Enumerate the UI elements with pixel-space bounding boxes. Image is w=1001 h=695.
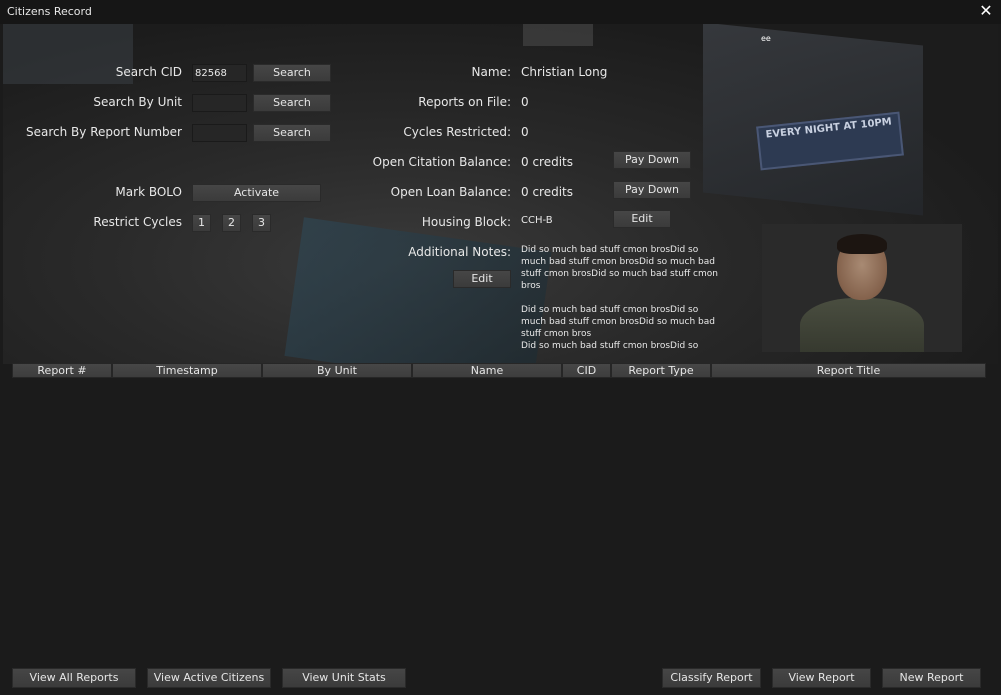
column-header-report-number[interactable]: Report # xyxy=(12,363,112,378)
citation-pay-down-button[interactable]: Pay Down xyxy=(613,151,691,169)
portrait-hair xyxy=(837,234,887,254)
additional-notes-text: Did so much bad stuff cmon brosDid so mu… xyxy=(521,245,718,351)
search-unit-button[interactable]: Search xyxy=(253,94,331,112)
view-active-citizens-button[interactable]: View Active Citizens xyxy=(147,668,271,688)
name-label: Name: xyxy=(471,65,511,79)
scene-terminal xyxy=(284,217,552,364)
citation-balance-value: 0 credits xyxy=(521,155,574,169)
housing-block-value: CCH-B xyxy=(521,215,553,226)
classify-report-button[interactable]: Classify Report xyxy=(662,668,761,688)
notes-edit-button[interactable]: Edit xyxy=(453,270,511,288)
search-report-label: Search By Report Number xyxy=(26,125,182,139)
restrict-cycle-1-button[interactable]: 1 xyxy=(192,214,211,232)
column-header-report-type[interactable]: Report Type xyxy=(611,363,711,378)
additional-notes-label: Additional Notes: xyxy=(408,245,511,259)
view-report-button[interactable]: View Report xyxy=(772,668,871,688)
name-value: Christian Long xyxy=(521,65,608,79)
scene-corner-text: ee xyxy=(761,34,771,43)
activate-bolo-button[interactable]: Activate xyxy=(192,184,321,202)
view-unit-stats-button[interactable]: View Unit Stats xyxy=(282,668,406,688)
restrict-cycle-3-button[interactable]: 3 xyxy=(252,214,271,232)
citizen-portrait xyxy=(762,224,962,352)
title-bar: Citizens Record ✕ xyxy=(0,0,1001,24)
column-header-timestamp[interactable]: Timestamp xyxy=(112,363,262,378)
restrict-cycle-2-button[interactable]: 2 xyxy=(222,214,241,232)
new-report-button[interactable]: New Report xyxy=(882,668,981,688)
cycles-restricted-label: Cycles Restricted: xyxy=(403,125,511,139)
restrict-cycles-label: Restrict Cycles xyxy=(93,215,182,229)
view-all-reports-button[interactable]: View All Reports xyxy=(12,668,136,688)
housing-edit-button[interactable]: Edit xyxy=(613,210,671,228)
loan-pay-down-button[interactable]: Pay Down xyxy=(613,181,691,199)
column-header-by-unit[interactable]: By Unit xyxy=(262,363,412,378)
column-header-name[interactable]: Name xyxy=(412,363,562,378)
loan-balance-label: Open Loan Balance: xyxy=(390,185,511,199)
window-title: Citizens Record xyxy=(7,5,92,18)
loan-balance-value: 0 credits xyxy=(521,185,574,199)
search-report-input[interactable] xyxy=(192,124,247,142)
scene-wall xyxy=(3,24,133,84)
housing-block-label: Housing Block: xyxy=(421,215,511,229)
column-header-cid[interactable]: CID xyxy=(562,363,611,378)
citation-balance-label: Open Citation Balance: xyxy=(372,155,511,169)
search-cid-input[interactable]: 82568 xyxy=(192,64,247,82)
reports-table: Report # Timestamp By Unit Name CID Repo… xyxy=(12,363,987,663)
search-unit-label: Search By Unit xyxy=(93,95,182,109)
portrait-body xyxy=(800,298,924,352)
search-report-button[interactable]: Search xyxy=(253,124,331,142)
search-cid-button[interactable]: Search xyxy=(253,64,331,82)
search-unit-input[interactable] xyxy=(192,94,247,112)
close-icon[interactable]: ✕ xyxy=(977,2,995,20)
reports-on-file-value: 0 xyxy=(521,95,529,109)
scene-block xyxy=(523,24,593,46)
reports-on-file-label: Reports on File: xyxy=(418,95,511,109)
column-header-report-title[interactable]: Report Title xyxy=(711,363,986,378)
cycles-restricted-value: 0 xyxy=(521,125,529,139)
search-cid-label: Search CID xyxy=(115,65,182,79)
mark-bolo-label: Mark BOLO xyxy=(115,185,182,199)
